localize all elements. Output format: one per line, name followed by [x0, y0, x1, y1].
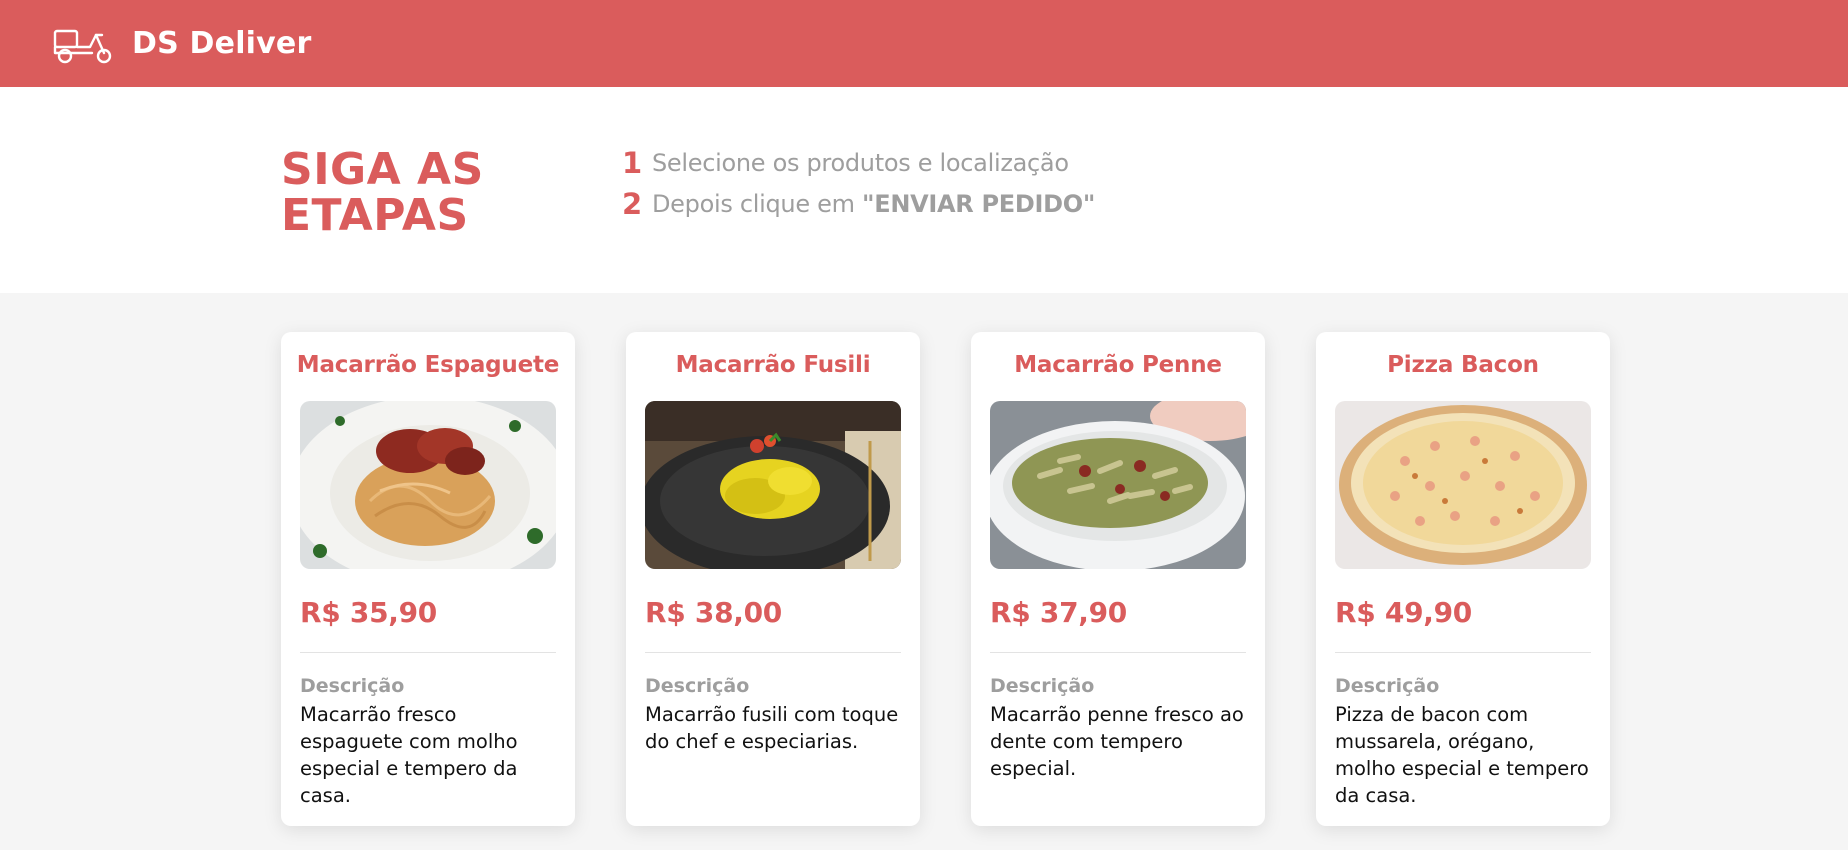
description-label: Descrição: [990, 675, 1095, 697]
step-text-plain: Depois clique em: [652, 189, 863, 218]
divider: [1335, 652, 1591, 653]
delivery-scooter-icon: [53, 29, 112, 63]
steps-title: SIGA AS ETAPAS: [281, 147, 484, 239]
product-card-fusili[interactable]: Macarrão Fusili R$ 38,00 Descrição Macar…: [626, 332, 920, 826]
steps-title-line-1: SIGA AS: [281, 144, 484, 195]
steps-title-line-2: ETAPAS: [281, 190, 469, 241]
step-text: Selecione os produtos e localização: [652, 148, 1069, 177]
product-card-penne[interactable]: Macarrão Penne R$ 37,90 Descrição Macarr…: [971, 332, 1265, 826]
product-name: Macarrão Espaguete: [296, 352, 560, 378]
product-price: R$ 49,90: [1335, 596, 1472, 629]
description-label: Descrição: [300, 675, 405, 697]
product-name: Macarrão Penne: [1014, 352, 1222, 378]
product-card-espaguete[interactable]: Macarrão Espaguete R$ 35,90 Descrição Ma…: [281, 332, 575, 826]
description-label: Descrição: [1335, 675, 1440, 697]
step-number: 2: [622, 186, 643, 221]
navbar: DS Deliver: [0, 0, 1848, 87]
product-price: R$ 38,00: [645, 596, 782, 629]
step-item-2: 2 Depois clique em "ENVIAR PEDIDO": [622, 183, 1095, 224]
product-grid: Macarrão Espaguete R$ 35,90 Descrição Ma…: [281, 332, 1611, 850]
product-description: Macarrão penne fresco ao dente com tempe…: [990, 703, 1244, 780]
steps-list: 1 Selecione os produtos e localização 2 …: [622, 142, 1095, 224]
product-image: [990, 401, 1246, 569]
step-number: 1: [622, 145, 643, 180]
product-description: Pizza de bacon com mussarela, orégano, m…: [1335, 703, 1589, 807]
steps-section: SIGA AS ETAPAS 1 Selecione os produtos e…: [0, 87, 1848, 293]
product-name: Macarrão Fusili: [675, 352, 871, 378]
product-image: [645, 401, 901, 569]
product-name: Pizza Bacon: [1387, 352, 1539, 378]
divider: [300, 652, 556, 653]
product-description: Macarrão fresco espaguete com molho espe…: [300, 703, 518, 807]
description-label: Descrição: [645, 675, 750, 697]
product-image: [300, 401, 556, 569]
brand-name[interactable]: DS Deliver: [132, 26, 311, 61]
product-price: R$ 35,90: [300, 596, 437, 629]
step-text: Depois clique em "ENVIAR PEDIDO": [652, 190, 1095, 218]
divider: [645, 652, 901, 653]
step-item-1: 1 Selecione os produtos e localização: [622, 142, 1095, 183]
step-text-highlight: "ENVIAR PEDIDO": [862, 189, 1096, 218]
product-card-pizza-bacon[interactable]: Pizza Bacon R$ 49,90 Descrição Pizza de …: [1316, 332, 1610, 826]
product-description: Macarrão fusili com toque do chef e espe…: [645, 703, 899, 753]
divider: [990, 652, 1246, 653]
product-price: R$ 37,90: [990, 596, 1127, 629]
product-image: [1335, 401, 1591, 569]
